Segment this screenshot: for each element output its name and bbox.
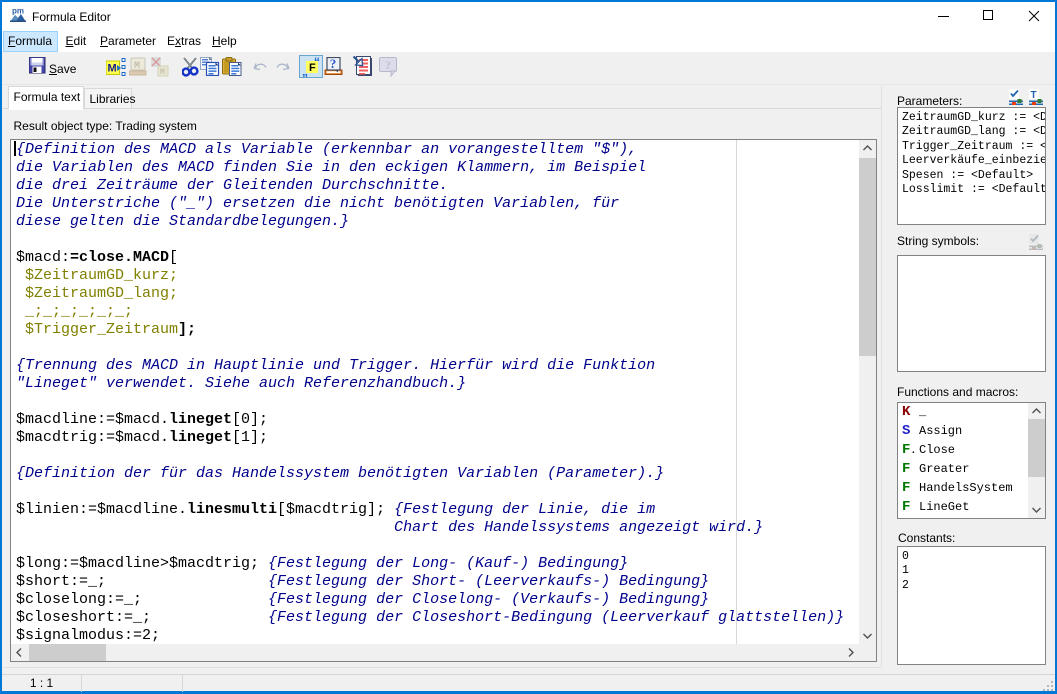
svg-text:?: ? [385,58,391,72]
svg-text:M: M [134,61,140,72]
svg-text:M: M [160,68,165,77]
svg-text:?: ? [330,57,337,71]
svg-text:“: “ [314,55,320,69]
svg-text:T: T [1031,90,1037,101]
svg-text:pm: pm [12,7,24,16]
svg-text:„: „ [302,65,308,79]
svg-text:M: M [108,63,117,75]
